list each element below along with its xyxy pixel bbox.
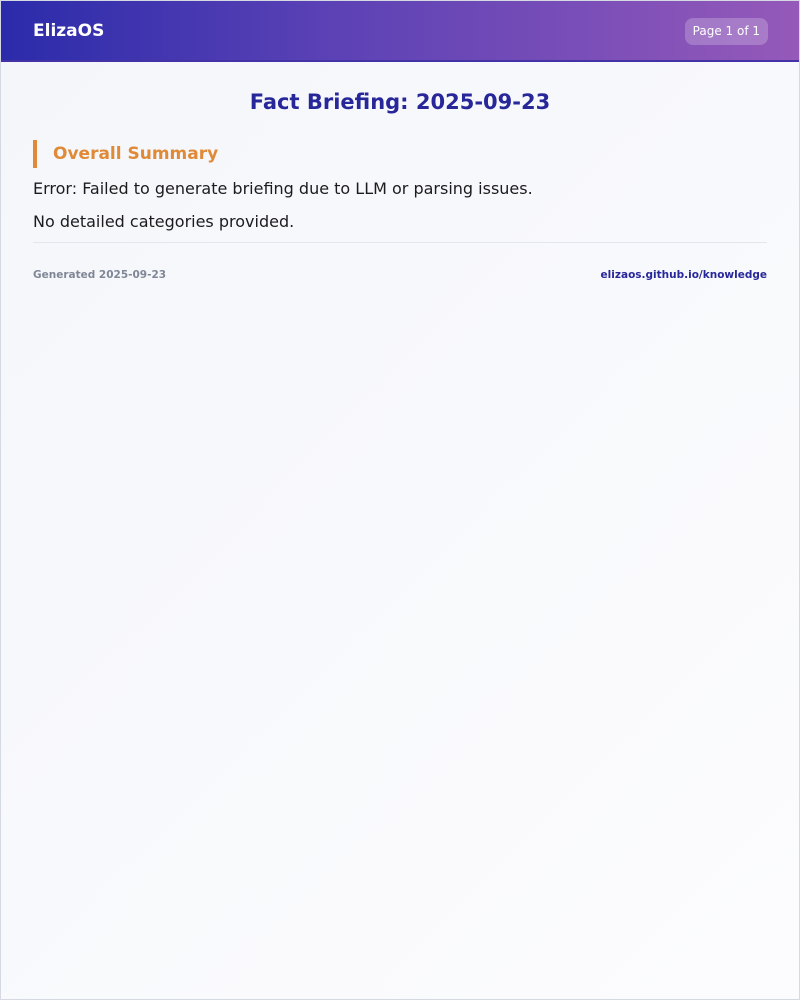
page-indicator: Page 1 of 1 [684, 18, 768, 45]
page-title: Fact Briefing: 2025-09-23 [249, 90, 551, 114]
section-heading-overall-summary: Overall Summary [33, 140, 218, 168]
categories-note-text: No detailed categories provided. [33, 212, 295, 231]
briefing-page: ElizaOS Page 1 of 1 Fact Briefing: 2025-… [0, 0, 800, 1000]
brand-name: ElizaOS [33, 21, 105, 41]
footer-divider [33, 242, 767, 243]
generated-date: Generated 2025-09-23 [33, 269, 167, 281]
header-bar: ElizaOS Page 1 of 1 [1, 1, 799, 62]
summary-error-text: Error: Failed to generate briefing due t… [33, 179, 533, 198]
knowledge-link[interactable]: elizaos.github.io/knowledge [601, 268, 767, 282]
